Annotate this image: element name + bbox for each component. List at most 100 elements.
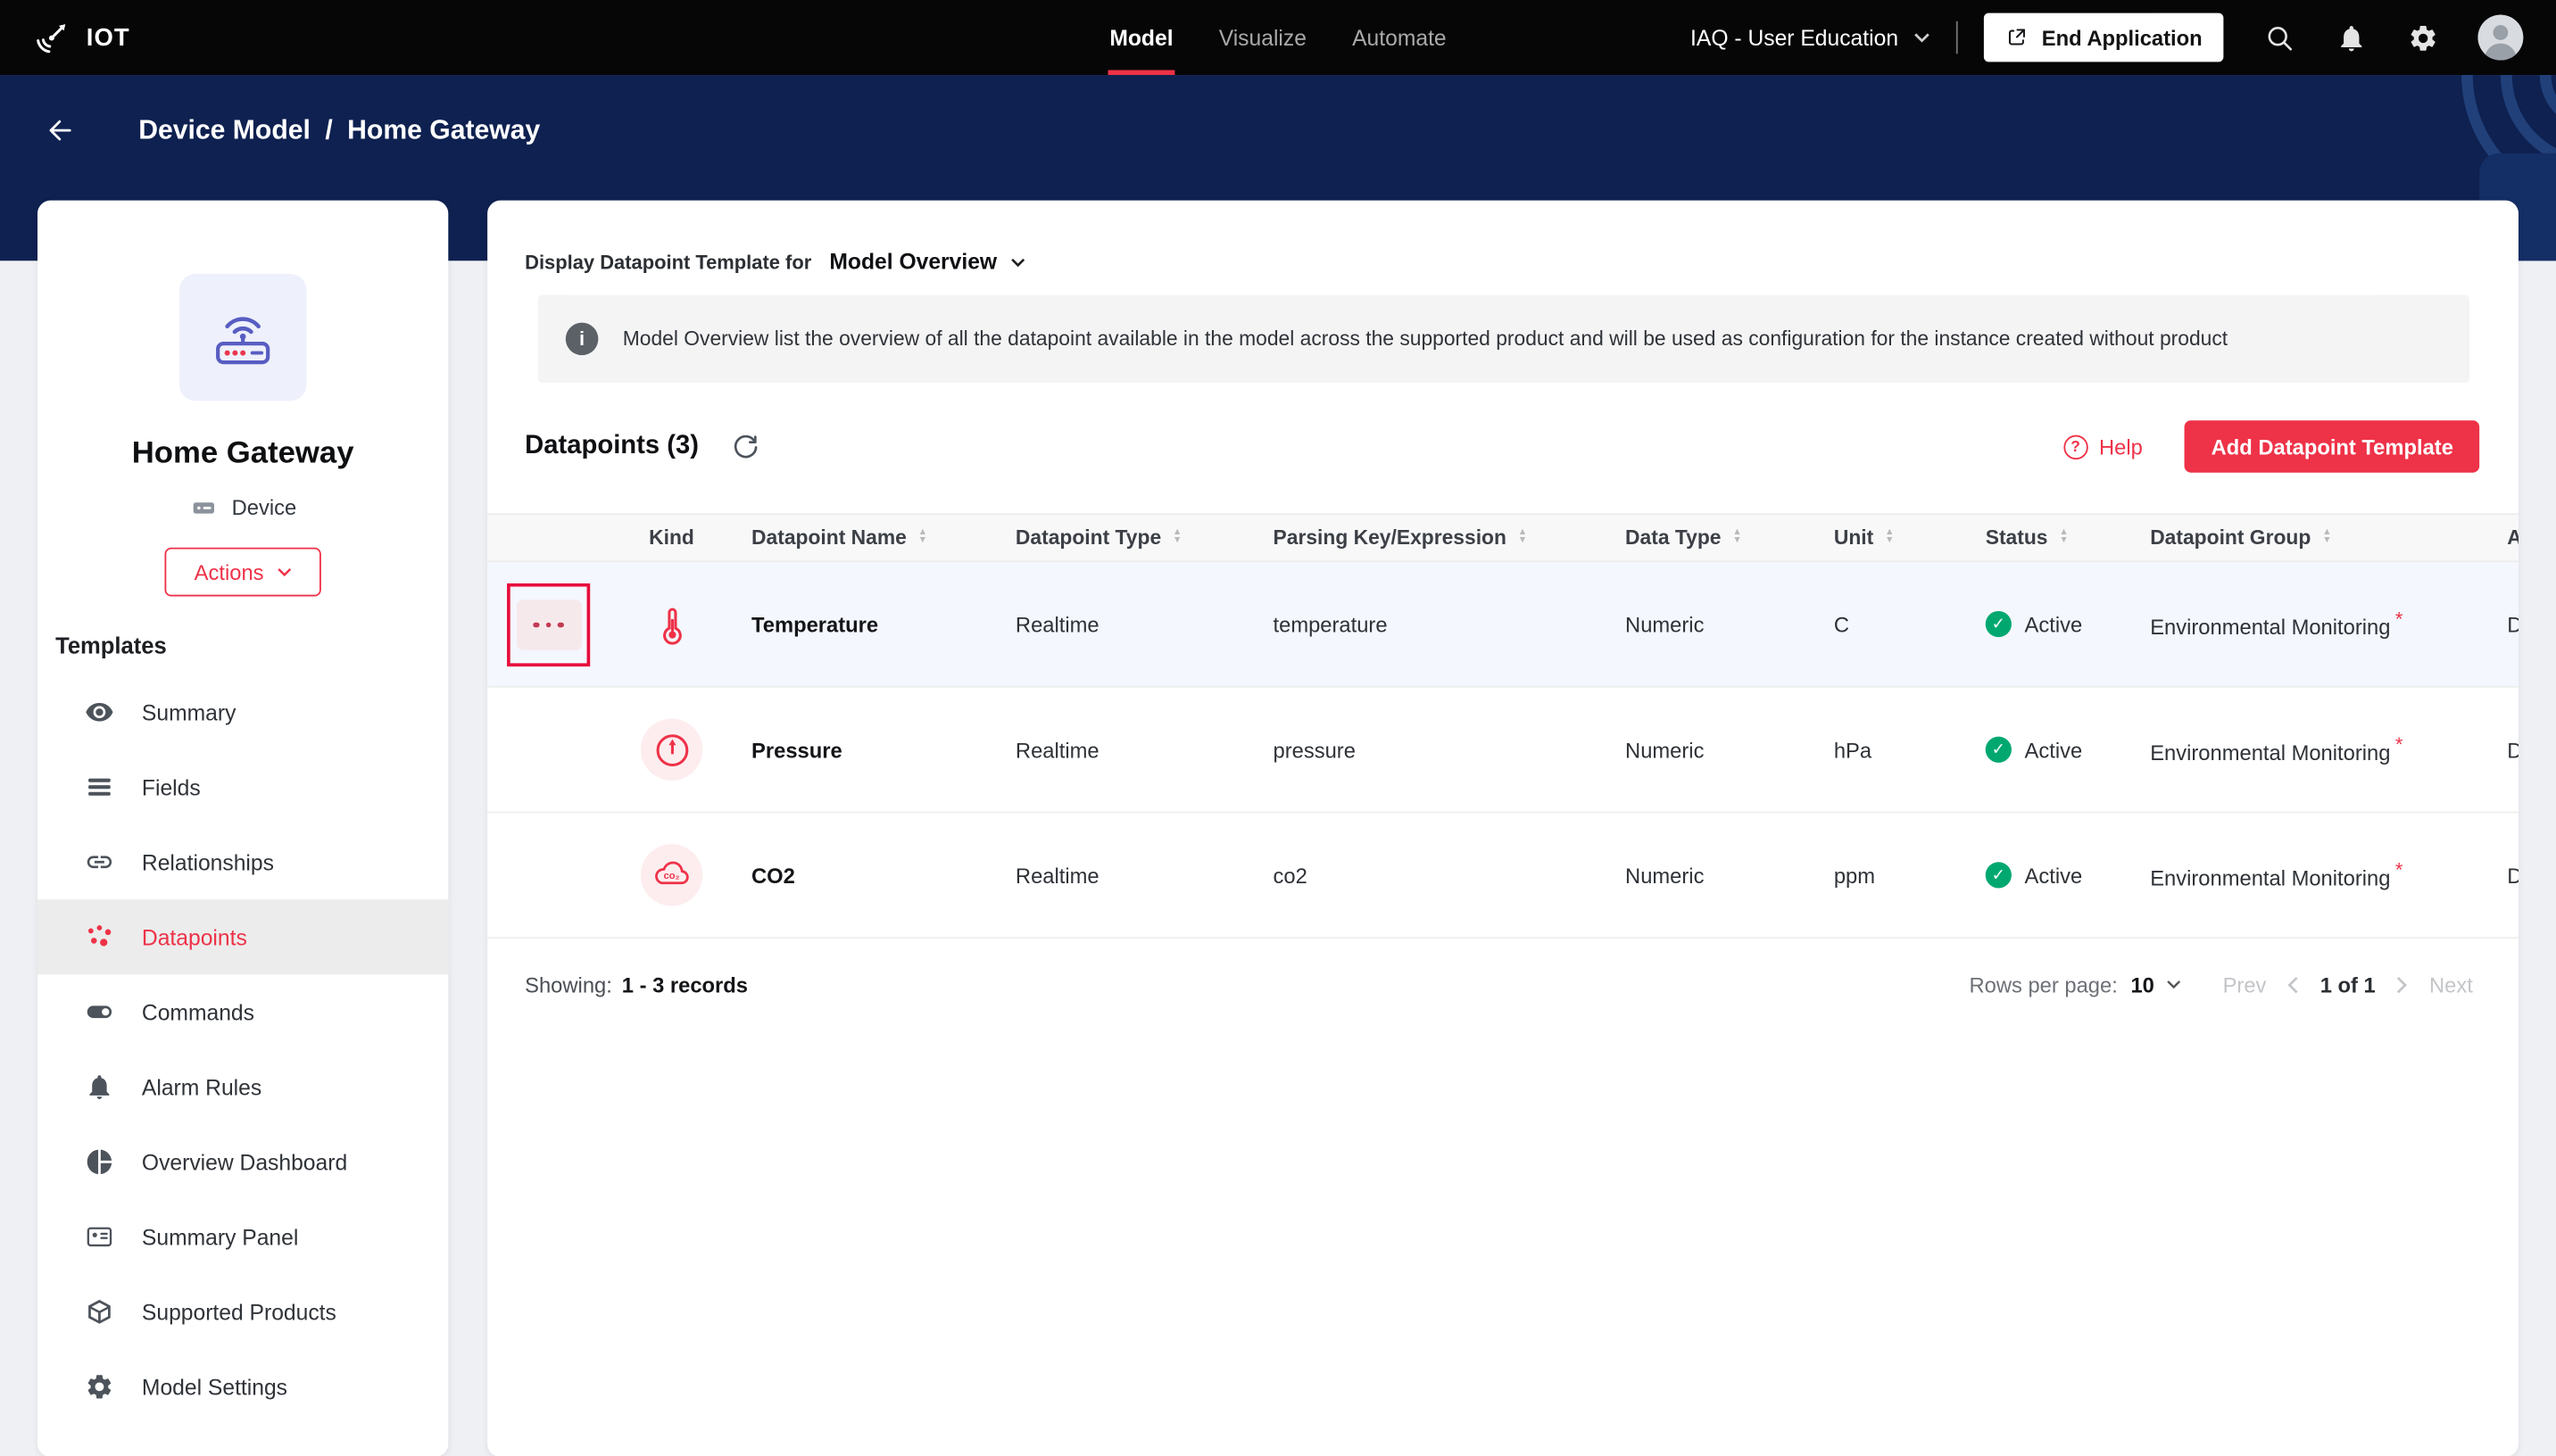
showing-value: 1 - 3 records bbox=[621, 972, 749, 997]
info-banner-text: Model Overview list the overview of all … bbox=[622, 327, 2228, 351]
device-icon bbox=[189, 492, 219, 522]
breadcrumb-section[interactable]: Device Model bbox=[138, 115, 311, 146]
app-viewport: IOT Model Visualize Automate IAQ - User … bbox=[0, 0, 2556, 1456]
column-header-data-type[interactable]: Data Type ▲ ▼ bbox=[1625, 526, 1834, 550]
sidebar-item-fields[interactable]: Fields bbox=[37, 749, 448, 824]
showing-label: Showing: bbox=[525, 972, 612, 997]
settings-button[interactable] bbox=[2408, 22, 2439, 54]
display-template-row: Display Datapoint Template for Model Ove… bbox=[525, 249, 2469, 274]
brand-name: IOT bbox=[86, 23, 130, 52]
data-type: Numeric bbox=[1625, 611, 1705, 637]
sidebar-item-commands[interactable]: Commands bbox=[37, 974, 448, 1049]
column-header-type[interactable]: Datapoint Type ▲ ▼ bbox=[1016, 526, 1274, 550]
svg-text:co₂: co₂ bbox=[664, 871, 680, 881]
datapoints-scatter-icon bbox=[85, 922, 114, 952]
row-actions-cell bbox=[487, 562, 592, 686]
sort-icon: ▲ ▼ bbox=[1885, 528, 1895, 546]
unit: hPa bbox=[1833, 737, 1872, 762]
router-icon bbox=[205, 300, 280, 375]
datapoint-group: Environmental Monitoring * bbox=[2150, 859, 2507, 890]
toggle-icon bbox=[85, 997, 114, 1027]
search-button[interactable] bbox=[2264, 22, 2295, 54]
sidebar-item-label: Commands bbox=[141, 999, 254, 1024]
required-marker: * bbox=[2394, 733, 2403, 757]
device-type-label: Device bbox=[231, 494, 297, 519]
rows-per-page-select[interactable]: 10 bbox=[2130, 972, 2180, 997]
datapoint-name: Pressure bbox=[751, 737, 842, 762]
row-more-actions-button[interactable] bbox=[516, 600, 582, 650]
column-label: Data Type bbox=[1625, 525, 1722, 550]
co2-cloud-icon: co₂ bbox=[640, 844, 703, 906]
sort-icon: ▲ ▼ bbox=[1517, 528, 1528, 546]
column-header-parsing[interactable]: Parsing Key/Expression ▲ ▼ bbox=[1274, 526, 1626, 550]
datapoints-panel: Display Datapoint Template for Model Ove… bbox=[487, 200, 2519, 1456]
sidebar-item-label: Summary Panel bbox=[141, 1224, 299, 1250]
workspace-selector[interactable]: IAQ - User Education bbox=[1690, 25, 1929, 50]
pie-chart-icon bbox=[85, 1147, 114, 1177]
pager-controls: Prev 1 of 1 Next bbox=[2223, 972, 2473, 997]
back-button[interactable] bbox=[44, 114, 77, 147]
device-type: Device bbox=[37, 492, 448, 522]
sidebar-item-summary-panel[interactable]: Summary Panel bbox=[37, 1199, 448, 1274]
table-row-co2[interactable]: co₂ CO2 Realtime co2 Numeric ppm ✓ Activ… bbox=[487, 813, 2519, 939]
add-datapoint-template-button[interactable]: Add Datapoint Template bbox=[2185, 420, 2480, 473]
sidebar-item-model-settings[interactable]: Model Settings bbox=[37, 1349, 448, 1424]
group-label: Environmental Monitoring bbox=[2150, 866, 2391, 891]
brand: IOT bbox=[33, 19, 130, 56]
actions-button[interactable]: Actions bbox=[164, 547, 321, 597]
sidebar-item-supported-products[interactable]: Supported Products bbox=[37, 1274, 448, 1349]
datapoints-title: Datapoints (3) bbox=[525, 432, 699, 460]
datapoints-header: Datapoints (3) ? Help Add Datapoint Temp… bbox=[525, 420, 2480, 473]
display-template-dropdown[interactable]: Model Overview bbox=[829, 249, 1025, 274]
datapoint-group: Environmental Monitoring * bbox=[2150, 734, 2507, 765]
external-link-icon bbox=[2004, 26, 2028, 49]
sidebar-item-datapoints[interactable]: Datapoints bbox=[37, 899, 449, 975]
table-row-temperature[interactable]: Temperature Realtime temperature Numeric… bbox=[487, 562, 2519, 688]
unit: C bbox=[1833, 611, 1849, 637]
truncated-cell: D bbox=[2507, 863, 2519, 887]
sidebar-item-relationships[interactable]: Relationships bbox=[37, 824, 448, 899]
prev-button[interactable]: Prev bbox=[2223, 972, 2267, 997]
column-header-unit[interactable]: Unit ▲ ▼ bbox=[1834, 526, 1986, 550]
column-header-name[interactable]: Datapoint Name ▲ ▼ bbox=[751, 526, 1016, 550]
ellipsis-icon bbox=[557, 621, 564, 628]
next-button[interactable]: Next bbox=[2429, 972, 2473, 997]
check-icon: ✓ bbox=[1985, 610, 2012, 638]
workspace-name: IAQ - User Education bbox=[1690, 25, 1899, 50]
status-cell: ✓ Active bbox=[1985, 862, 2150, 889]
refresh-button[interactable] bbox=[732, 433, 759, 460]
display-template-label: Display Datapoint Template for bbox=[525, 250, 812, 273]
end-application-button[interactable]: End Application bbox=[1983, 12, 2224, 62]
bell-icon bbox=[85, 1072, 114, 1102]
table-row-pressure[interactable]: Pressure Realtime pressure Numeric hPa ✓… bbox=[487, 688, 2519, 814]
parsing-key: pressure bbox=[1273, 737, 1356, 762]
column-header-truncated: A bbox=[2507, 526, 2519, 550]
column-label: Kind bbox=[649, 525, 694, 550]
kind-cell: co₂ bbox=[592, 844, 751, 906]
sort-icon: ▲ ▼ bbox=[917, 528, 928, 546]
kind-cell bbox=[592, 593, 751, 655]
sidebar-item-summary[interactable]: Summary bbox=[37, 674, 448, 749]
user-avatar[interactable] bbox=[2477, 14, 2524, 61]
chevron-left-icon[interactable] bbox=[2287, 975, 2299, 993]
nav-item-visualize[interactable]: Visualize bbox=[1196, 0, 1329, 75]
rows-per-page-value: 10 bbox=[2130, 972, 2154, 997]
column-header-group[interactable]: Datapoint Group ▲ ▼ bbox=[2150, 526, 2507, 550]
nav-item-model[interactable]: Model bbox=[1087, 0, 1196, 76]
templates-section-title: Templates bbox=[55, 632, 167, 658]
notifications-button[interactable] bbox=[2336, 22, 2367, 54]
column-label: A bbox=[2507, 526, 2519, 550]
sidebar-item-label: Model Settings bbox=[141, 1374, 288, 1400]
chevron-down-icon bbox=[1913, 33, 1929, 43]
end-application-label: End Application bbox=[2041, 25, 2203, 50]
column-label: Datapoint Group bbox=[2150, 525, 2311, 550]
datapoint-name: CO2 bbox=[751, 863, 795, 888]
nav-item-automate[interactable]: Automate bbox=[1330, 0, 1470, 75]
sidebar-item-alarm-rules[interactable]: Alarm Rules bbox=[37, 1049, 448, 1124]
column-header-status[interactable]: Status ▲ ▼ bbox=[1986, 526, 2150, 550]
sidebar-item-overview-dashboard[interactable]: Overview Dashboard bbox=[37, 1124, 448, 1199]
chevron-right-icon[interactable] bbox=[2396, 975, 2408, 993]
help-link[interactable]: ? Help bbox=[2062, 434, 2143, 459]
datapoint-type: Realtime bbox=[1015, 737, 1100, 762]
status-label: Active bbox=[2024, 611, 2083, 637]
